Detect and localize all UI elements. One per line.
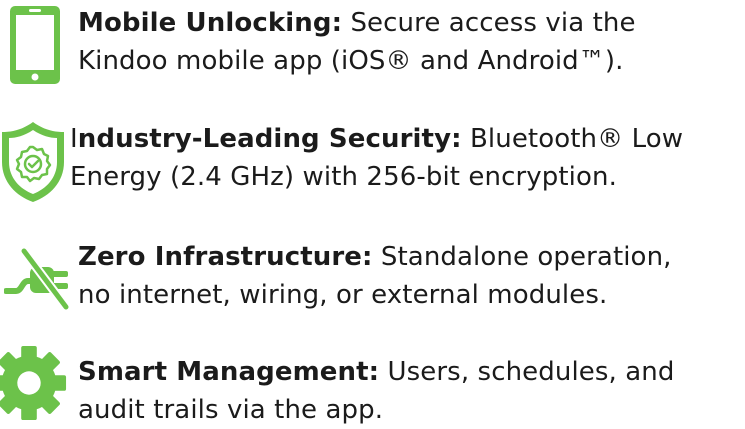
feature-text: Industry-Leading Security: Bluetooth® Lo… <box>70 120 737 196</box>
feature-title: Mobile Unlocking: <box>78 8 343 38</box>
feature-title: ndustry-Leading Security: <box>77 124 462 154</box>
feature-description-line2: Kindoo mobile app (iOS® and Android™). <box>78 46 624 76</box>
feature-zero-infrastructure: Zero Infrastructure: Standalone operatio… <box>0 233 745 323</box>
feature-text: Smart Management: Users, schedules, and … <box>78 353 745 429</box>
feature-description-line2: no internet, wiring, or external modules… <box>78 280 608 310</box>
feature-title: Zero Infrastructure: <box>78 242 373 272</box>
feature-title-initial: I <box>70 124 78 154</box>
feature-mobile-unlocking: Mobile Unlocking: Secure access via the … <box>0 0 745 95</box>
feature-text: Zero Infrastructure: Standalone operatio… <box>78 238 745 314</box>
feature-description-line2: audit trails via the app. <box>78 395 384 425</box>
feature-description: Users, schedules, and <box>379 357 675 387</box>
feature-smart-management: Smart Management: Users, schedules, and … <box>0 340 745 427</box>
security-shield-icon <box>2 122 64 202</box>
gear-icon <box>0 345 67 421</box>
feature-description: Standalone operation, <box>372 242 672 272</box>
feature-text: Mobile Unlocking: Secure access via the … <box>78 4 745 80</box>
feature-description: Secure access via the <box>342 8 636 38</box>
feature-description-line2: Energy (2.4 GHz) with 256-bit encryption… <box>70 162 617 192</box>
smartphone-icon <box>10 6 60 84</box>
feature-industry-leading-security: Industry-Leading Security: Bluetooth® Lo… <box>0 118 745 218</box>
feature-description: Bluetooth® Low <box>461 124 684 154</box>
feature-title: Smart Management: <box>78 357 380 387</box>
unplugged-icon <box>4 247 71 312</box>
